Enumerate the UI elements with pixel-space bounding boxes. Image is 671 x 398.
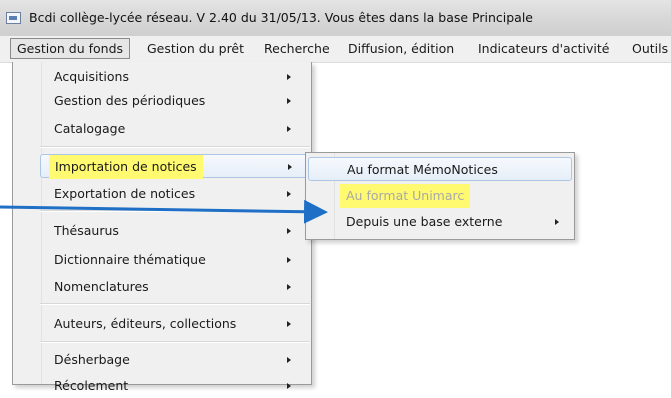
menu-separator	[40, 210, 310, 212]
menu-item-thesaurus[interactable]: Thésaurus	[40, 219, 310, 243]
submenu-arrow-icon	[287, 74, 291, 80]
menu-item-label: Gestion des périodiques	[54, 93, 206, 108]
menu-outils[interactable]: Outils	[626, 39, 671, 58]
submenu-item-label: Depuis une base externe	[346, 214, 503, 229]
menu-item-label: Catalogage	[54, 121, 126, 136]
menu-item-label: Dictionnaire thématique	[54, 252, 206, 267]
menu-item-catalogage[interactable]: Catalogage	[40, 117, 310, 141]
menu-gestion-du-fonds[interactable]: Gestion du fonds	[10, 38, 131, 59]
menu-gestion-du-pret[interactable]: Gestion du prêt	[141, 39, 250, 58]
menu-indicateurs-activite[interactable]: Indicateurs d'activité	[472, 39, 615, 58]
menu-item-desherbage[interactable]: Désherbage	[40, 348, 310, 372]
app-icon	[6, 12, 21, 24]
title-bar: Bcdi collège-lycée réseau. V 2.40 du 31/…	[0, 0, 671, 36]
importation-submenu: Au format MémoNotices Au format Unimarc …	[305, 152, 575, 240]
menu-item-auteurs-editeurs-collections[interactable]: Auteurs, éditeurs, collections	[40, 312, 310, 336]
submenu-arrow-icon	[287, 357, 291, 363]
menu-item-label: Exportation de notices	[54, 186, 196, 201]
menu-item-exportation-de-notices[interactable]: Exportation de notices	[40, 182, 310, 206]
submenu-arrow-icon	[287, 284, 291, 290]
menu-item-label: Acquisitions	[54, 69, 129, 84]
menu-separator	[40, 303, 310, 305]
menu-separator	[40, 341, 310, 343]
menu-item-gestion-des-periodiques[interactable]: Gestion des périodiques	[40, 89, 310, 113]
menu-item-label: Nomenclatures	[54, 279, 149, 294]
menu-recherche[interactable]: Recherche	[258, 39, 336, 58]
menu-bar: Gestion du fonds Gestion du prêt Recherc…	[0, 36, 671, 63]
submenu-item-depuis-base-externe[interactable]: Depuis une base externe	[308, 210, 572, 234]
submenu-item-label: Au format Unimarc	[340, 184, 471, 208]
menu-item-label: Récolement	[54, 378, 129, 393]
submenu-arrow-icon	[287, 191, 291, 197]
submenu-arrow-icon	[287, 257, 291, 263]
menu-item-label: Thésaurus	[54, 223, 119, 238]
submenu-item-format-memonotices[interactable]: Au format MémoNotices	[308, 157, 572, 181]
menu-item-label: Auteurs, éditeurs, collections	[54, 316, 237, 331]
submenu-item-label: Au format MémoNotices	[347, 162, 498, 177]
window-title: Bcdi collège-lycée réseau. V 2.40 du 31/…	[29, 10, 533, 25]
submenu-arrow-icon	[287, 98, 291, 104]
submenu-arrow-icon	[288, 164, 292, 170]
menu-separator	[40, 146, 310, 148]
submenu-arrow-icon	[287, 321, 291, 327]
menu-item-label: Importation de notices	[49, 155, 203, 179]
submenu-item-format-unimarc: Au format Unimarc	[308, 184, 572, 208]
menu-item-recolement[interactable]: Récolement	[40, 374, 310, 398]
submenu-arrow-icon	[287, 126, 291, 132]
menu-item-dictionnaire-thematique[interactable]: Dictionnaire thématique	[40, 248, 310, 272]
menu-item-acquisitions[interactable]: Acquisitions	[40, 65, 310, 89]
submenu-arrow-icon	[555, 219, 559, 225]
submenu-arrow-icon	[287, 383, 291, 389]
menu-item-label: Désherbage	[54, 352, 130, 367]
menu-diffusion-edition[interactable]: Diffusion, édition	[342, 39, 460, 58]
menu-item-importation-de-notices[interactable]: Importation de notices	[40, 154, 310, 179]
gestion-du-fonds-dropdown: Acquisitions Gestion des périodiques Cat…	[12, 62, 312, 393]
menu-item-nomenclatures[interactable]: Nomenclatures	[40, 275, 310, 299]
submenu-arrow-icon	[287, 228, 291, 234]
